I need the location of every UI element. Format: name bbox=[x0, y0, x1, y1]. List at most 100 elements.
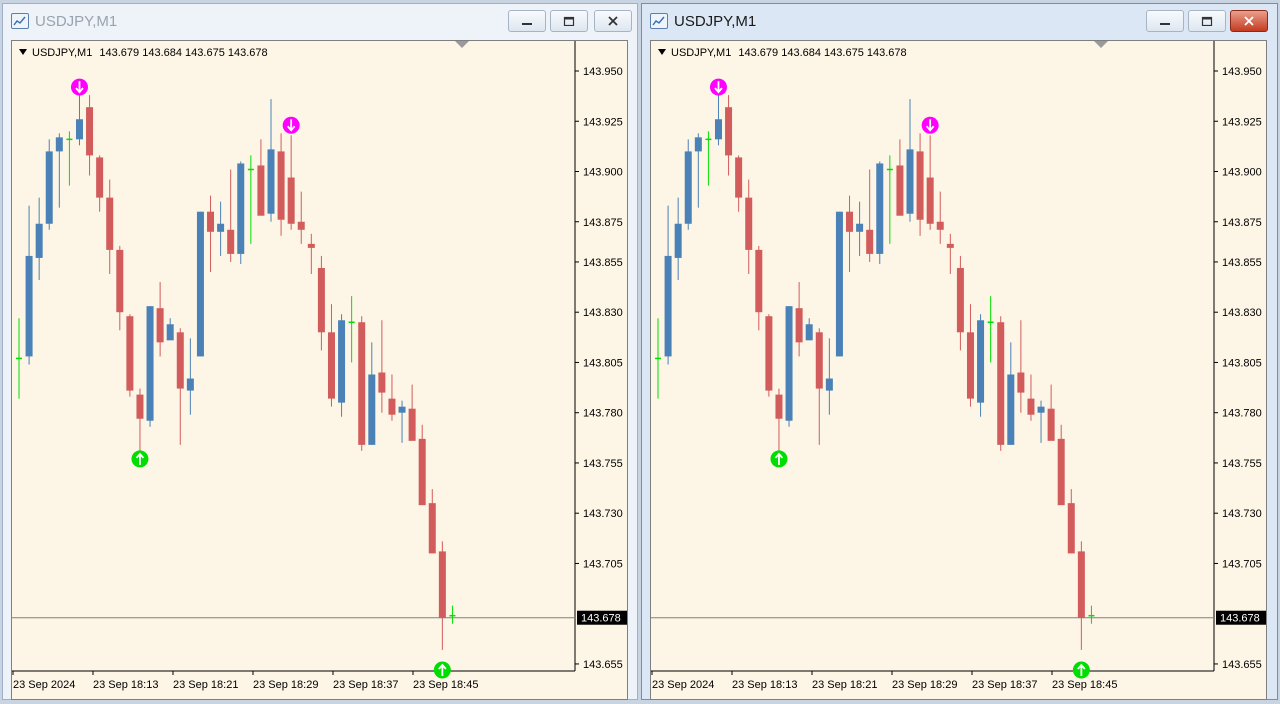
candlestick-plot[interactable]: 143.950 143.925 143.900 143.875 143.855 143.8… bbox=[12, 41, 628, 700]
price-chart[interactable]: 143.950 143.925 143.900 143.875 143.855 143.8… bbox=[650, 40, 1267, 700]
triangle-marker-icon[interactable] bbox=[658, 49, 666, 55]
candle-body bbox=[745, 197, 753, 250]
x-tick-label: 23 Sep 18:29 bbox=[253, 679, 318, 691]
candle-body bbox=[815, 332, 823, 389]
close-button[interactable] bbox=[1230, 10, 1268, 32]
candle-body bbox=[765, 316, 773, 391]
candle-body bbox=[297, 221, 305, 230]
buy-signal-icon bbox=[131, 450, 149, 468]
close-icon bbox=[1244, 16, 1254, 26]
candle bbox=[684, 139, 692, 230]
y-tick-label: 143.780 bbox=[583, 408, 623, 420]
candle bbox=[368, 342, 376, 445]
candle-body bbox=[735, 157, 743, 198]
candle bbox=[765, 314, 773, 397]
candle bbox=[655, 318, 661, 399]
candle-body bbox=[358, 322, 366, 445]
candle bbox=[449, 605, 456, 624]
candle bbox=[66, 131, 73, 186]
candle bbox=[388, 374, 396, 421]
shift-marker-icon[interactable] bbox=[1094, 41, 1108, 48]
candle bbox=[418, 424, 426, 506]
candle-body bbox=[1027, 398, 1035, 415]
candle-body bbox=[946, 243, 954, 248]
candle-body bbox=[146, 306, 154, 421]
candle-body bbox=[1077, 551, 1085, 618]
x-tick-label: 23 Sep 2024 bbox=[13, 679, 75, 691]
x-tick-label: 23 Sep 18:13 bbox=[732, 679, 797, 691]
y-tick-label: 143.730 bbox=[583, 508, 623, 520]
candle-body bbox=[694, 137, 702, 152]
candle-body bbox=[1007, 374, 1015, 445]
candle bbox=[237, 161, 245, 264]
x-tick-label: 23 Sep 18:45 bbox=[413, 679, 478, 691]
window-title: USDJPY,M1 bbox=[674, 13, 757, 30]
candle-body bbox=[664, 255, 672, 357]
chart-app-icon bbox=[650, 13, 668, 29]
shift-marker-icon[interactable] bbox=[455, 41, 469, 48]
candle-body bbox=[106, 197, 114, 250]
high-value: 143.684 bbox=[142, 47, 182, 59]
candle-body bbox=[217, 223, 225, 232]
candle-body bbox=[408, 408, 416, 441]
minimize-button[interactable] bbox=[1146, 10, 1184, 32]
candle bbox=[896, 139, 904, 216]
candle bbox=[86, 95, 94, 176]
minimize-button[interactable] bbox=[508, 10, 546, 32]
candle bbox=[866, 169, 874, 262]
candle-body bbox=[1057, 438, 1065, 506]
current-price-label: 143.678 bbox=[581, 613, 621, 625]
restore-icon bbox=[1201, 16, 1213, 26]
candle bbox=[277, 133, 285, 236]
candle bbox=[694, 133, 702, 208]
candle bbox=[936, 191, 944, 244]
candle-body bbox=[755, 249, 763, 313]
candle-body bbox=[338, 320, 346, 403]
chart-window-right[interactable]: USDJPY,M1 143.950 143.925 143.900 143.875 14… bbox=[641, 3, 1278, 700]
candle-body bbox=[86, 107, 94, 156]
candle-body bbox=[956, 267, 964, 333]
candle-body bbox=[835, 211, 843, 357]
candle bbox=[96, 155, 104, 212]
x-tick-label: 23 Sep 18:37 bbox=[333, 679, 398, 691]
y-tick-label: 143.900 bbox=[1222, 167, 1262, 179]
price-chart[interactable]: 143.950 143.925 143.900 143.875 143.855 143.8… bbox=[11, 40, 628, 700]
candle bbox=[146, 306, 154, 427]
sell-signal-icon bbox=[282, 116, 300, 134]
candle-body bbox=[55, 137, 63, 152]
candle-body bbox=[136, 394, 144, 419]
candle-body bbox=[674, 223, 682, 258]
candle-body bbox=[876, 163, 884, 254]
y-tick-label: 143.875 bbox=[583, 217, 623, 229]
y-tick-label: 143.950 bbox=[1222, 66, 1262, 78]
candle bbox=[876, 161, 884, 264]
candle bbox=[136, 388, 144, 455]
candle bbox=[846, 195, 854, 272]
candle bbox=[358, 316, 366, 451]
candle-body bbox=[287, 177, 295, 224]
chart-window-left[interactable]: USDJPY,M1 143.950 143.925 143.900 143.875 14… bbox=[2, 3, 638, 700]
title-bar[interactable]: USDJPY,M1 bbox=[3, 4, 637, 38]
candle bbox=[287, 135, 295, 230]
candlestick-plot[interactable]: 143.950 143.925 143.900 143.875 143.855 143.8… bbox=[651, 41, 1267, 700]
candle bbox=[1047, 384, 1055, 441]
y-tick-label: 143.655 bbox=[1222, 659, 1262, 671]
maximize-button[interactable] bbox=[1188, 10, 1226, 32]
close-button[interactable] bbox=[594, 10, 632, 32]
candle-body bbox=[795, 308, 803, 343]
y-tick-label: 143.780 bbox=[1222, 408, 1262, 420]
x-tick-label: 23 Sep 18:37 bbox=[972, 679, 1037, 691]
candle bbox=[705, 131, 712, 186]
y-tick-label: 143.925 bbox=[1222, 116, 1262, 128]
y-tick-label: 143.755 bbox=[583, 458, 623, 470]
candle-body bbox=[418, 438, 426, 506]
maximize-button[interactable] bbox=[550, 10, 588, 32]
candle bbox=[327, 304, 335, 407]
candle bbox=[664, 205, 672, 365]
candle bbox=[106, 179, 114, 275]
triangle-marker-icon[interactable] bbox=[19, 49, 27, 55]
title-bar[interactable]: USDJPY,M1 bbox=[642, 4, 1277, 38]
candle-body bbox=[227, 229, 235, 254]
y-tick-label: 143.900 bbox=[583, 167, 623, 179]
candle bbox=[408, 384, 416, 441]
